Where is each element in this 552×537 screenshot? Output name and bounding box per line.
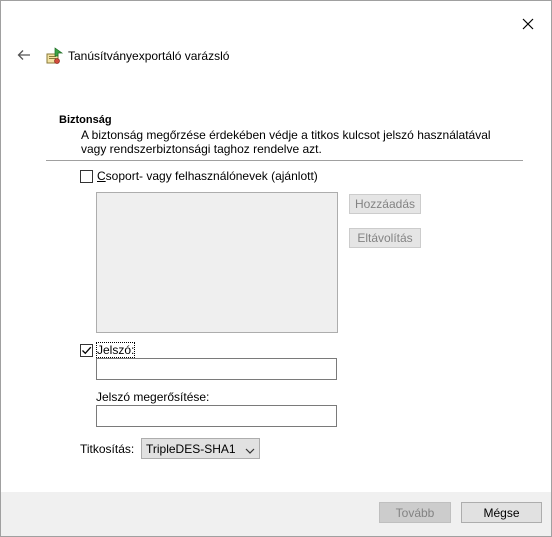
confirm-password-label: Jelszó megerősítése:	[96, 390, 210, 404]
close-icon	[522, 18, 534, 33]
password-option[interactable]: Jelszó:	[80, 342, 136, 358]
groups-checkbox[interactable]	[80, 169, 93, 183]
close-button[interactable]	[511, 9, 545, 41]
checkmark-icon	[82, 346, 92, 354]
wizard-footer: Tovább Mégse	[1, 492, 551, 536]
encryption-select[interactable]: TripleDES-SHA1	[141, 438, 260, 459]
back-arrow-icon	[17, 49, 31, 64]
confirm-password-input[interactable]	[96, 405, 337, 427]
password-checkbox-label: Jelszó:	[95, 342, 136, 358]
groups-option[interactable]: Csoport- vagy felhasználónevek (ajánlott…	[80, 169, 318, 183]
section-title: Biztonság	[59, 114, 112, 126]
groups-label-text: soport- vagy felhasználónevek (ajánlott)	[105, 169, 318, 183]
next-button-label: Tovább	[395, 505, 435, 520]
add-button: Hozzáadás	[349, 194, 421, 214]
chevron-down-icon	[245, 444, 255, 458]
principals-listbox	[96, 192, 338, 333]
export-wizard-window: Tanúsítványexportáló varázsló Biztonság …	[0, 0, 552, 537]
add-button-label: Hozzáadás	[354, 197, 416, 211]
remove-button: Eltávolítás	[349, 228, 421, 248]
header-divider	[46, 160, 523, 161]
cancel-button-label: Mégse	[483, 505, 520, 520]
password-input[interactable]	[96, 358, 337, 380]
password-checkbox[interactable]	[80, 343, 93, 357]
wizard-title: Tanúsítványexportáló varázsló	[68, 49, 230, 63]
groups-checkbox-label: Csoport- vagy felhasználónevek (ajánlott…	[97, 169, 318, 183]
section-description: A biztonság megőrzése érdekében védje a …	[81, 128, 491, 156]
remove-button-label: Eltávolítás	[357, 231, 413, 245]
back-button[interactable]	[11, 43, 37, 69]
next-button: Tovább	[379, 502, 451, 523]
certificate-export-icon	[46, 47, 64, 65]
groups-label-access-key: C	[97, 169, 106, 183]
encryption-label: Titkosítás:	[80, 442, 135, 456]
cancel-button[interactable]: Mégse	[461, 502, 542, 523]
encryption-selected-value: TripleDES-SHA1	[146, 441, 236, 456]
